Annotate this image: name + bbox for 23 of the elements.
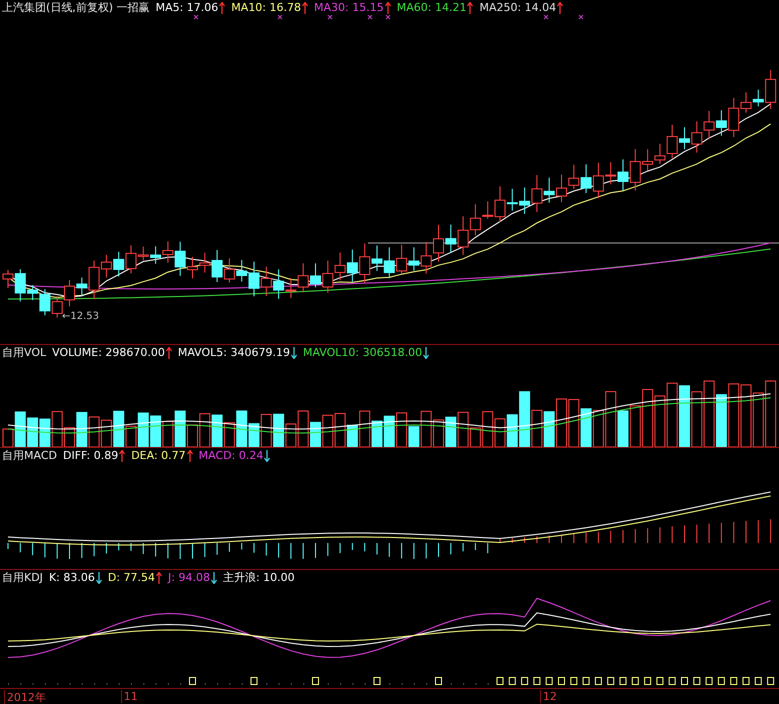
- indicator-value: MAVOL5: 340679.19: [178, 346, 290, 359]
- low-price-label: ←12.53: [62, 311, 100, 322]
- indicator-value: MA30: 15.15: [314, 1, 384, 14]
- indicator-value: MACD: 0.24: [198, 449, 264, 462]
- indicator-value: MA250: 14.04: [479, 1, 556, 14]
- panel-title: 自用MACD: [2, 448, 57, 463]
- indicator-value: MAVOL10: 306518.00: [303, 346, 422, 359]
- indicator-value: VOLUME: 298670.00: [52, 346, 165, 359]
- indicator-value: DEA: 0.77: [131, 449, 186, 462]
- indicator-value: D: 77.54: [108, 571, 156, 584]
- indicator-value: MA60: 14.21: [396, 1, 466, 14]
- axis-label: 11: [120, 690, 138, 703]
- indicator-value: DIFF: 0.89: [62, 449, 118, 462]
- indicator-value: 主升浪: 10.00: [222, 570, 295, 585]
- panel-title: 自用VOL: [2, 345, 46, 360]
- panel-title: 上汽集团(日线,前复权) 一招赢: [2, 0, 150, 15]
- indicator-value: MA5: 17.06: [156, 1, 218, 14]
- axis-label: 12: [540, 690, 557, 703]
- panel-title: 自用KDJ: [2, 570, 43, 585]
- indicator-value: MA10: 16.78: [231, 1, 302, 14]
- axis-label: 2012年: [4, 690, 46, 704]
- indicator-value: J: 94.08: [168, 571, 210, 584]
- indicator-value: K: 83.06: [48, 571, 95, 584]
